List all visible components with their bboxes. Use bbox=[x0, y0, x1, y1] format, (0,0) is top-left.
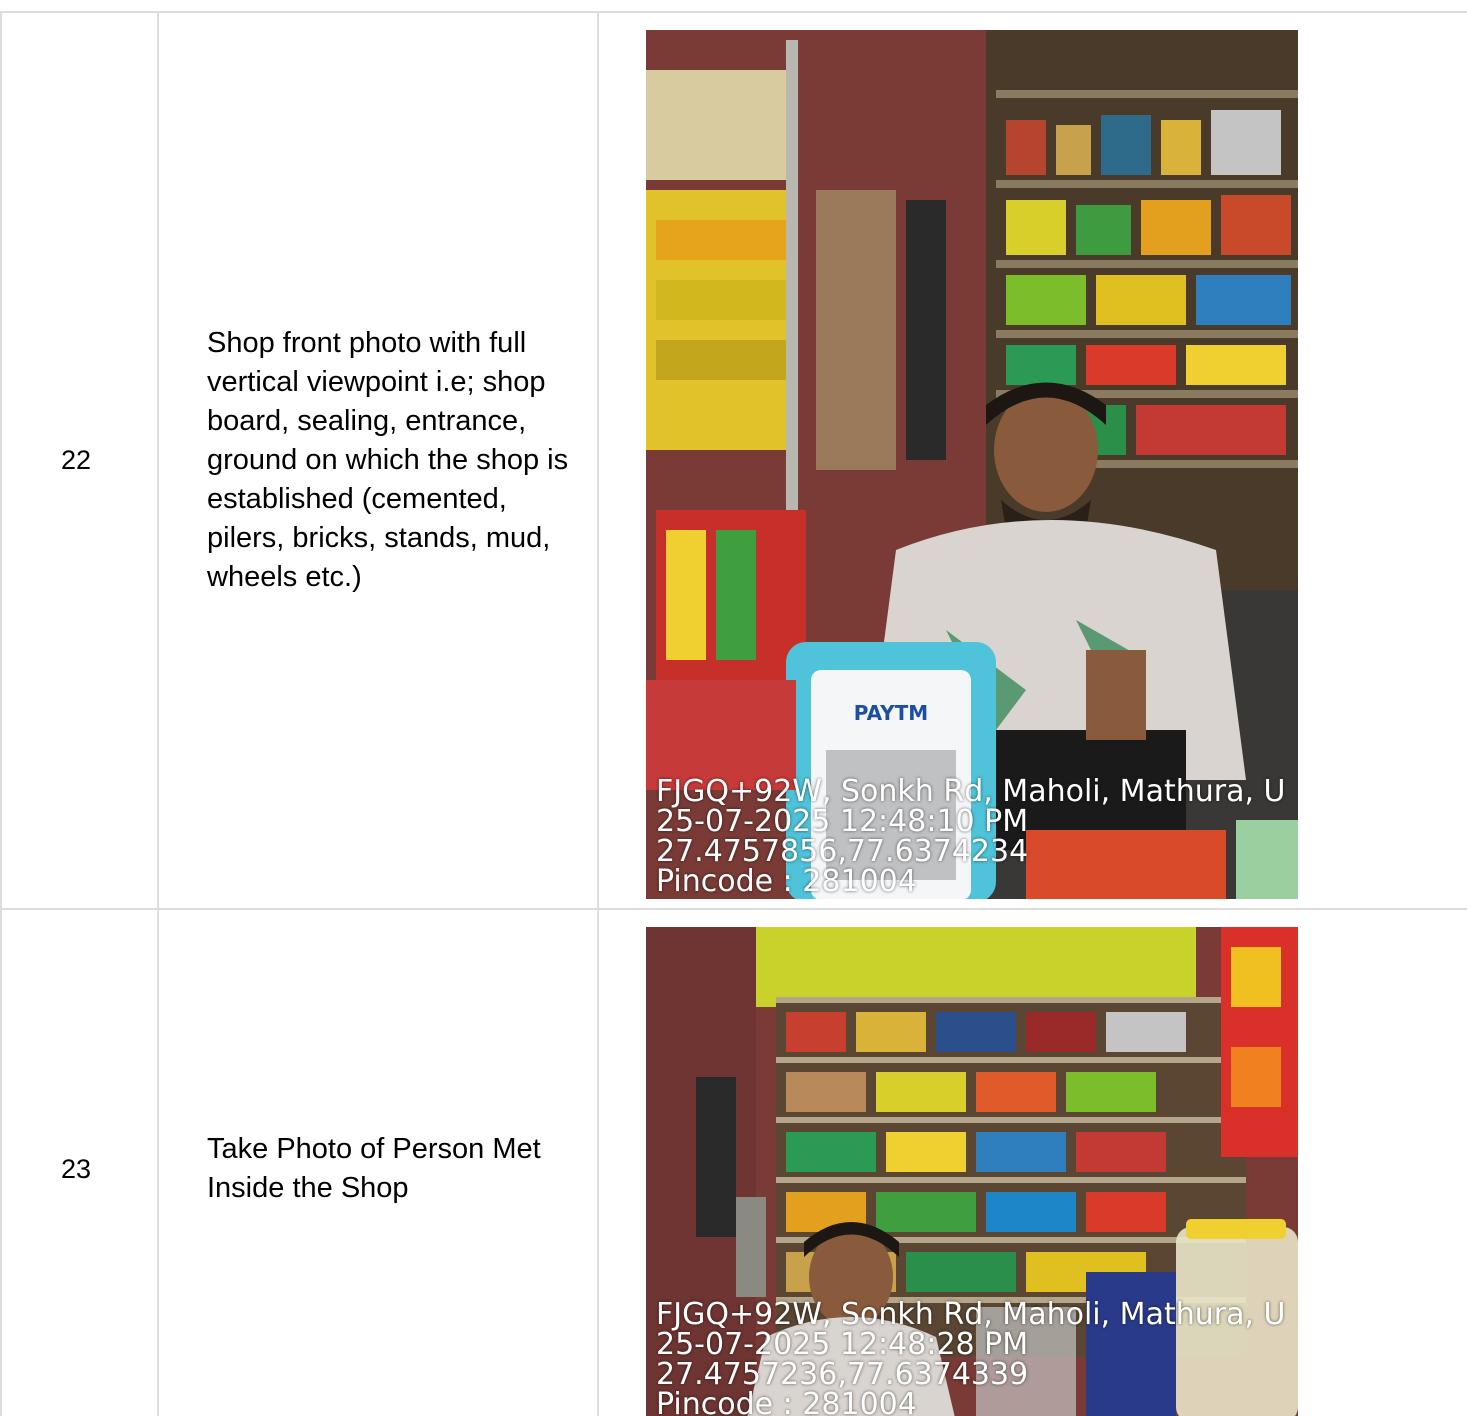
table-row: 23 Take Photo of Person Met Inside the S… bbox=[0, 908, 1467, 1416]
row-number: 23 bbox=[0, 908, 159, 1416]
photo-geotag-overlay: FJGQ+92W, Sonkh Rd, Maholi, Mathura, U 2… bbox=[656, 777, 1286, 897]
overlay-address: FJGQ+92W, Sonkh Rd, Maholi, Mathura, U bbox=[656, 774, 1286, 809]
shop-front-scene: PAYTM bbox=[646, 30, 1298, 899]
overlay-coordinates: 27.4757236,77.6374339 bbox=[656, 1357, 1029, 1392]
photo-cell: PAYTM FJGQ+92W, Sonkh Rd, Maholi, Mathur… bbox=[597, 11, 1467, 910]
row-number: 22 bbox=[0, 11, 159, 910]
photo-cell: FJGQ+92W, Sonkh Rd, Maholi, Mathura, U 2… bbox=[597, 908, 1467, 1416]
paytm-brand-text: PAYTM bbox=[854, 701, 928, 725]
document-page: 22 Shop front photo with full vertical v… bbox=[0, 0, 1467, 1416]
person-inside-shop-photo: FJGQ+92W, Sonkh Rd, Maholi, Mathura, U 2… bbox=[646, 927, 1298, 1416]
report-table: 22 Shop front photo with full vertical v… bbox=[0, 11, 1467, 1416]
shop-front-photo: PAYTM FJGQ+92W, Sonkh Rd, Maholi, Mathur… bbox=[646, 30, 1298, 899]
row-description: Shop front photo with full vertical view… bbox=[157, 11, 599, 910]
photo-geotag-overlay: FJGQ+92W, Sonkh Rd, Maholi, Mathura, U 2… bbox=[656, 1300, 1286, 1416]
table-row: 22 Shop front photo with full vertical v… bbox=[0, 11, 1467, 910]
overlay-timestamp: 25-07-2025 12:48:10 PM bbox=[656, 804, 1029, 839]
overlay-timestamp: 25-07-2025 12:48:28 PM bbox=[656, 1327, 1029, 1362]
overlay-pincode: Pincode : 281004 bbox=[656, 1387, 917, 1416]
overlay-coordinates: 27.4757856,77.6374234 bbox=[656, 834, 1029, 869]
overlay-pincode: Pincode : 281004 bbox=[656, 864, 917, 899]
overlay-address: FJGQ+92W, Sonkh Rd, Maholi, Mathura, U bbox=[656, 1297, 1286, 1332]
row-description: Take Photo of Person Met Inside the Shop bbox=[157, 908, 599, 1416]
